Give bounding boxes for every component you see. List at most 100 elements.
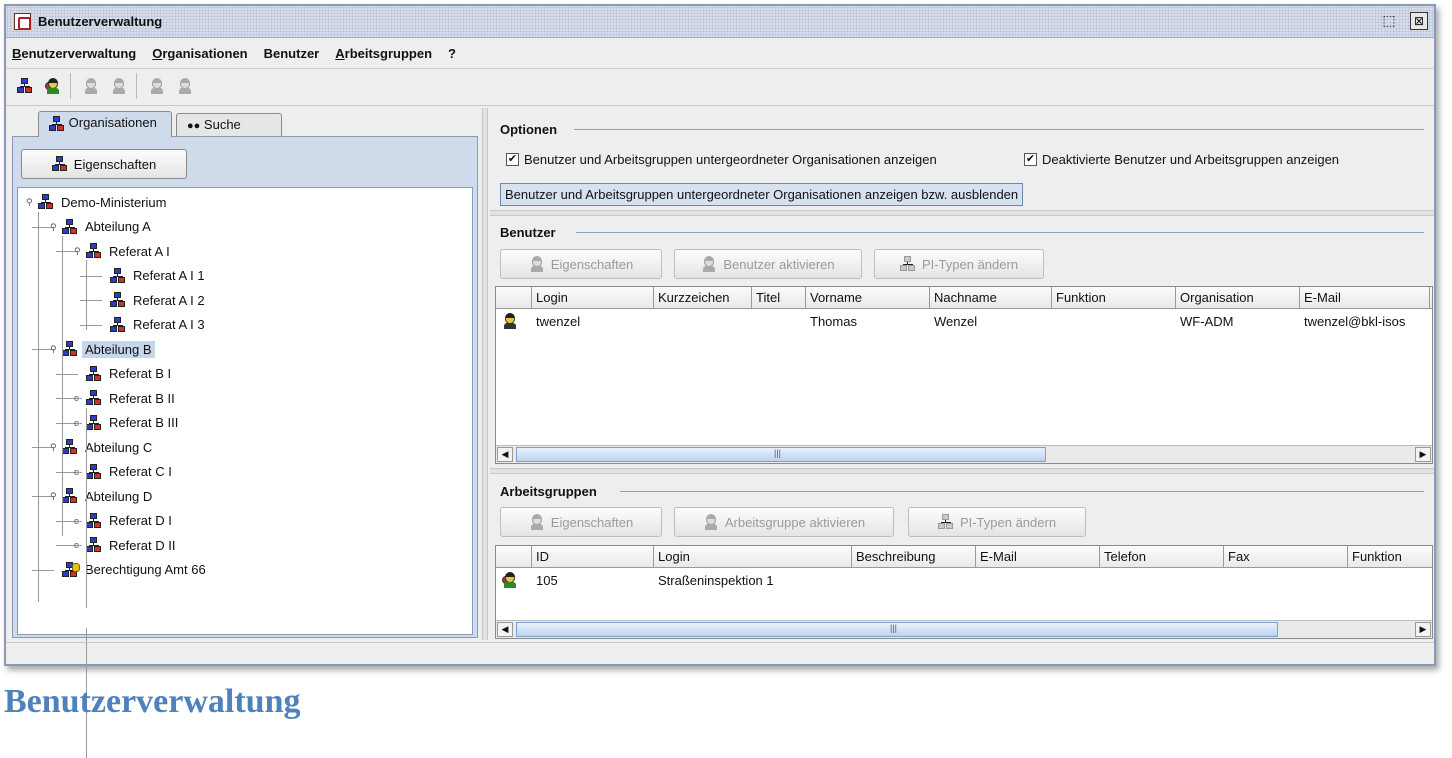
table-cell[interactable]: Wenzel xyxy=(934,314,977,329)
organization-tool-icon[interactable] xyxy=(14,75,36,97)
tree-node[interactable]: Referat D I xyxy=(86,510,175,532)
groups-table[interactable]: ID Login Beschreibung E-Mail Telefon Fax Funkt… xyxy=(495,545,1433,639)
column-header[interactable]: Telefon xyxy=(1100,546,1224,568)
table-cell[interactable]: twenzel@bkl-isos xyxy=(1304,314,1405,329)
column-header-icon[interactable] xyxy=(496,546,532,568)
tab-suche[interactable]: ●● Suche xyxy=(176,113,282,137)
tree-node[interactable]: Referat C I xyxy=(86,461,175,483)
users-tool-icon[interactable] xyxy=(42,75,64,97)
column-header-icon[interactable] xyxy=(496,287,532,309)
org-icon xyxy=(62,341,78,357)
checkbox-show-deactivated[interactable]: ✔ Deaktivierte Benutzer und Arbeitsgrupp… xyxy=(1024,152,1339,167)
table-cell[interactable]: WF-ADM xyxy=(1180,314,1233,329)
scroll-right-icon[interactable]: ▶ xyxy=(1415,447,1431,462)
horizontal-splitter[interactable] xyxy=(490,210,1434,216)
column-header[interactable]: Funktion xyxy=(1052,287,1176,309)
scroll-left-icon[interactable]: ◀ xyxy=(497,622,513,637)
activate-group-button[interactable]: Arbeitsgruppe aktivieren xyxy=(674,507,894,537)
tree-node-label: Abteilung D xyxy=(85,488,153,504)
column-header[interactable]: Kurzzeichen xyxy=(654,287,752,309)
menu-benutzerverwaltung[interactable]: Benutzerverwaltung xyxy=(12,42,136,66)
menu-organisationen[interactable]: Organisationen xyxy=(152,42,247,66)
tree-node[interactable]: Referat B III xyxy=(86,412,181,434)
group-change-pi-types-button[interactable]: PI-Typen ändern xyxy=(908,507,1086,537)
tab-organisationen[interactable]: Organisationen xyxy=(38,111,172,137)
checkbox-show-sub-orgs[interactable]: ✔ Benutzer und Arbeitsgruppen untergeord… xyxy=(506,152,937,167)
expanded-toggle-icon[interactable]: ⚲ xyxy=(50,345,58,354)
users-table[interactable]: Login Kurzzeichen Titel Vorname Nachname Funk… xyxy=(495,286,1433,464)
org-icon xyxy=(110,316,126,333)
column-header[interactable]: Login xyxy=(532,287,654,309)
scroll-left-icon[interactable]: ◀ xyxy=(497,447,513,462)
checkbox-checked[interactable]: ✔ xyxy=(506,153,519,166)
table-cell[interactable]: 105 xyxy=(536,573,558,588)
table-cell[interactable]: Straßeninspektion 1 xyxy=(658,573,774,588)
horizontal-scrollbar[interactable]: ◀ ||| ▶ xyxy=(496,445,1432,463)
collapsed-toggle-icon[interactable]: o- xyxy=(74,516,82,525)
table-cell[interactable]: Thomas xyxy=(810,314,857,329)
group-properties-button[interactable]: Eigenschaften xyxy=(500,507,662,537)
column-header[interactable]: Nachname xyxy=(930,287,1052,309)
expanded-toggle-icon[interactable]: ⚲ xyxy=(26,198,34,207)
restore-icon[interactable]: ⬚ xyxy=(1380,12,1398,30)
column-header[interactable]: Vorname xyxy=(806,287,930,309)
toolbar-separator xyxy=(136,73,137,99)
tree-node[interactable]: Referat B I xyxy=(86,363,174,385)
org-icon xyxy=(86,414,102,431)
title-bar[interactable]: Benutzerverwaltung ⬚ ⊠ xyxy=(6,6,1434,38)
expanded-toggle-icon[interactable]: ⚲ xyxy=(50,492,58,501)
user-properties-button[interactable]: Eigenschaften xyxy=(500,249,662,279)
change-pi-types-button[interactable]: PI-Typen ändern xyxy=(874,249,1044,279)
column-header[interactable]: E-Mail xyxy=(1300,287,1430,309)
button-label: Benutzer aktivieren xyxy=(723,256,835,272)
org-icon xyxy=(86,512,102,529)
tree-node[interactable]: Berechtigung Amt 66 xyxy=(62,559,209,581)
expanded-toggle-icon[interactable]: ⚲ xyxy=(74,247,82,256)
user-activate-icon-disabled[interactable] xyxy=(108,75,130,97)
group-activate-icon-disabled[interactable] xyxy=(174,75,196,97)
menu-benutzer[interactable]: Benutzer xyxy=(264,42,320,66)
column-header[interactable]: Funktion xyxy=(1348,546,1432,568)
tree-connector xyxy=(80,275,102,277)
collapsed-toggle-icon[interactable]: o- xyxy=(74,541,82,550)
tree-node[interactable]: Demo-Ministerium xyxy=(38,191,169,213)
close-icon[interactable]: ⊠ xyxy=(1410,12,1428,30)
tree-node[interactable]: Referat B II xyxy=(86,387,178,409)
menu-arbeitsgruppen[interactable]: Arbeitsgruppen xyxy=(335,42,432,66)
column-header[interactable]: ID xyxy=(532,546,654,568)
organization-tree[interactable]: ⚲ Demo-Ministerium ⚲ Abteilung A ⚲ Referat A … xyxy=(17,187,473,758)
tree-node[interactable]: Abteilung D xyxy=(62,485,155,507)
checkbox-checked[interactable]: ✔ xyxy=(1024,153,1037,166)
column-header[interactable]: Login xyxy=(654,546,852,568)
tree-node[interactable]: Abteilung A xyxy=(62,216,154,238)
collapsed-toggle-icon[interactable]: o- xyxy=(74,418,82,427)
column-header[interactable]: Organisation xyxy=(1176,287,1300,309)
collapsed-toggle-icon[interactable]: o- xyxy=(74,467,82,476)
properties-button[interactable]: Eigenschaften xyxy=(21,149,187,179)
tree-node[interactable]: Abteilung C xyxy=(62,436,155,458)
collapsed-toggle-icon[interactable]: o- xyxy=(74,394,82,403)
menu-help[interactable]: ? xyxy=(448,42,456,66)
expanded-toggle-icon[interactable]: ⚲ xyxy=(50,443,58,452)
group-tool-icon-disabled[interactable] xyxy=(146,75,168,97)
org-icon xyxy=(62,488,78,504)
tree-node[interactable]: Referat A I 1 xyxy=(110,265,208,287)
column-header[interactable]: E-Mail xyxy=(976,546,1100,568)
tree-node[interactable]: Abteilung B xyxy=(62,338,155,360)
tree-node[interactable]: Referat A I 3 xyxy=(110,314,208,336)
tree-node[interactable]: Referat D II xyxy=(86,534,178,556)
column-header[interactable]: Titel xyxy=(752,287,806,309)
tree-node[interactable]: Referat A I xyxy=(86,240,173,262)
app-window: Benutzerverwaltung ⬚ ⊠ Benutzerverwaltun… xyxy=(4,4,1436,758)
tree-node[interactable]: Referat A I 2 xyxy=(110,289,208,311)
expanded-toggle-icon[interactable]: ⚲ xyxy=(50,222,58,231)
horizontal-scrollbar[interactable]: ◀ ||| ▶ xyxy=(496,620,1432,638)
activate-user-button[interactable]: Benutzer aktivieren xyxy=(674,249,862,279)
horizontal-splitter[interactable] xyxy=(490,468,1434,474)
column-header[interactable]: Fax xyxy=(1224,546,1348,568)
vertical-splitter[interactable] xyxy=(482,108,488,640)
scroll-right-icon[interactable]: ▶ xyxy=(1415,622,1431,637)
user-tool-icon-disabled[interactable] xyxy=(80,75,102,97)
table-cell[interactable]: twenzel xyxy=(536,314,580,329)
column-header[interactable]: Beschreibung xyxy=(852,546,976,568)
